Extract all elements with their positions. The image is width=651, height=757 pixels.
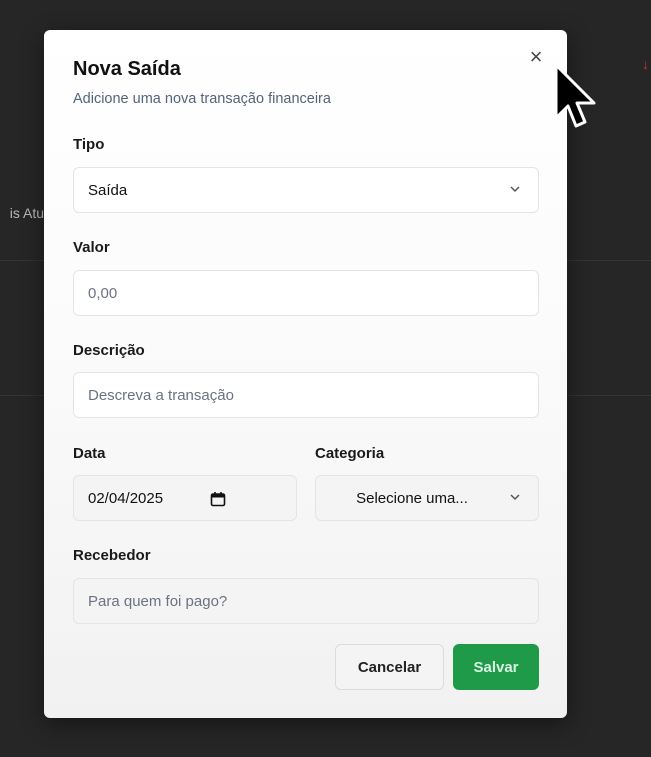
chevron-down-icon [510,186,520,193]
chevron-down-icon [510,494,520,501]
dialog-title: Nova Saída [73,58,181,80]
descricao-input[interactable]: Descreva a transação [73,372,539,418]
date-input[interactable]: 02/04/2025 [73,475,297,521]
close-icon[interactable]: × [525,46,547,68]
date-value: 02/04/2025 [88,489,164,507]
categoria-label: Categoria [315,445,385,462]
cancel-button[interactable]: Cancelar [335,644,444,690]
recebedor-label: Recebedor [73,547,151,564]
descricao-placeholder: Descreva a transação [88,386,234,404]
dialog-subtitle: Adicione uma nova transação financeira [73,91,331,107]
recebedor-placeholder: Para quem foi pago? [88,592,228,610]
tipo-label: Tipo [73,136,105,153]
new-expense-dialog: × Nova Saída Adicione uma nova transação… [44,30,567,718]
background-partial-text: is Atu [9,205,44,221]
valor-label: Valor [73,239,110,256]
tipo-select[interactable]: Saída [73,167,539,213]
valor-input[interactable]: 0,00 [73,270,539,316]
recebedor-input[interactable]: Para quem foi pago? [73,578,539,624]
data-label: Data [73,445,106,462]
background-arrow-icon: ↓ [642,56,649,72]
tipo-select-value: Saída [88,181,128,199]
valor-placeholder: 0,00 [88,284,118,302]
categoria-select[interactable]: Selecione uma... [315,475,539,521]
categoria-placeholder: Selecione uma... [356,489,468,507]
save-button[interactable]: Salvar [453,644,539,690]
descricao-label: Descrição [73,342,145,359]
mouse-cursor-icon [554,63,596,128]
calendar-icon[interactable] [210,491,226,507]
